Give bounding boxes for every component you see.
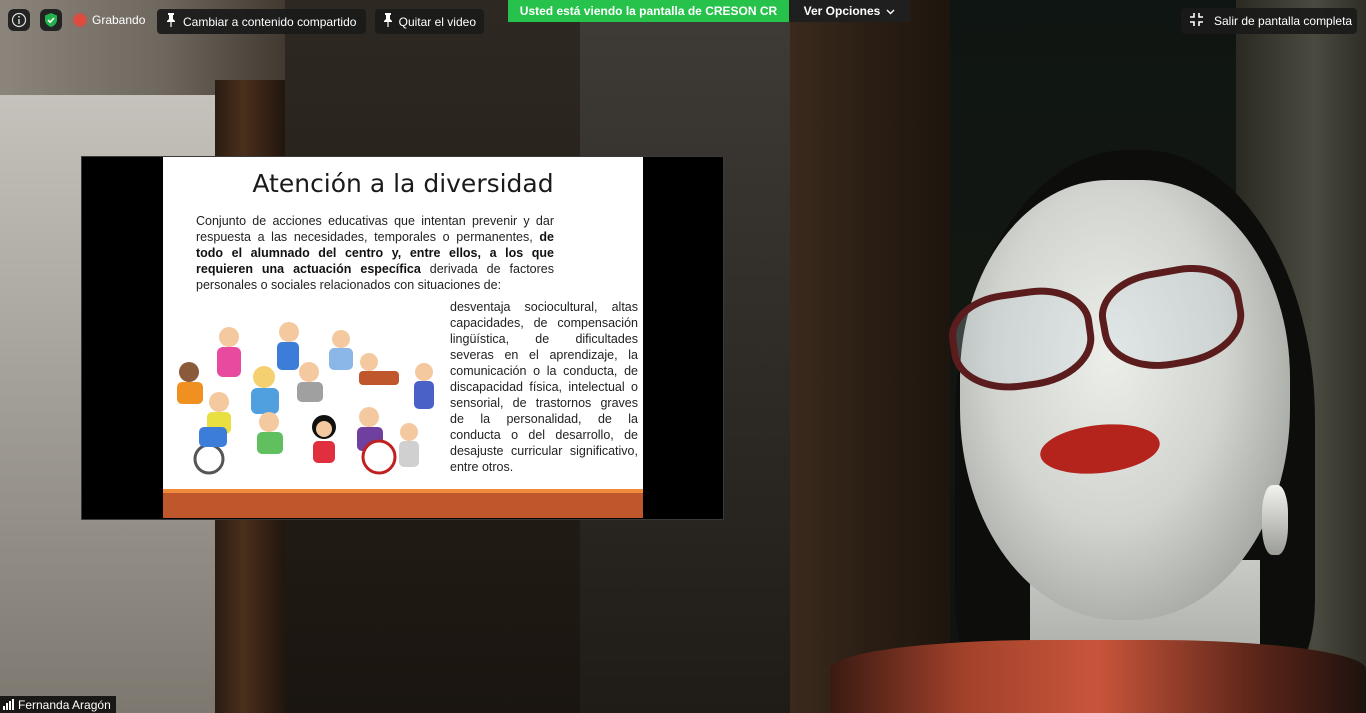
slide-list-text: desventaja sociocultural, altas capacida… [450, 300, 638, 474]
pin-icon [163, 13, 179, 30]
recording-label: Grabando [92, 13, 146, 27]
participant-name: Fernanda Aragón [18, 697, 111, 712]
recording-indicator[interactable]: Grabando [74, 9, 145, 31]
remove-video-label: Quitar el video [398, 14, 476, 29]
speaker-earring [1262, 485, 1288, 555]
switch-to-shared-content-button[interactable]: Cambiar a contenido compartido [157, 9, 366, 34]
view-options-dropdown[interactable]: Ver Opciones [789, 0, 910, 22]
remove-video-button[interactable]: Quitar el video [375, 9, 484, 34]
exit-fullscreen-icon [1189, 12, 1204, 30]
diverse-children-clipart [177, 322, 434, 475]
slide-intro-text: Conjunto de acciones educativas que inte… [196, 213, 554, 293]
slide-intro-part-1: Conjunto de acciones educativas que inte… [196, 214, 554, 244]
chevron-down-icon [886, 4, 895, 18]
view-options-label: Ver Opciones [803, 4, 881, 18]
presentation-slide: Atención a la diversidad Conjunto de acc… [163, 157, 643, 518]
speaker-shirt [830, 640, 1366, 713]
banner-presenter: CRESON CR [705, 4, 778, 18]
info-icon[interactable] [8, 9, 30, 31]
shared-screen-window[interactable]: Atención a la diversidad Conjunto de acc… [81, 156, 724, 520]
viewing-screen-banner: Usted está viendo la pantalla de CRESON … [508, 0, 789, 22]
slide-title: Atención a la diversidad [252, 169, 554, 198]
background-door [790, 0, 950, 713]
record-dot-icon [74, 14, 86, 26]
shield-check-icon[interactable] [40, 9, 62, 31]
participant-name-tag: Fernanda Aragón [0, 696, 116, 713]
exit-fullscreen-button[interactable]: Salir de pantalla completa [1181, 8, 1357, 34]
slide-footer-bar [163, 493, 643, 518]
banner-prefix: Usted está viendo la pantalla de [519, 4, 702, 18]
switch-content-label: Cambiar a contenido compartido [183, 14, 357, 29]
speaker-face [960, 180, 1290, 620]
signal-strength-icon [3, 699, 14, 710]
exit-fullscreen-label: Salir de pantalla completa [1214, 14, 1353, 28]
pin-icon [381, 13, 395, 30]
